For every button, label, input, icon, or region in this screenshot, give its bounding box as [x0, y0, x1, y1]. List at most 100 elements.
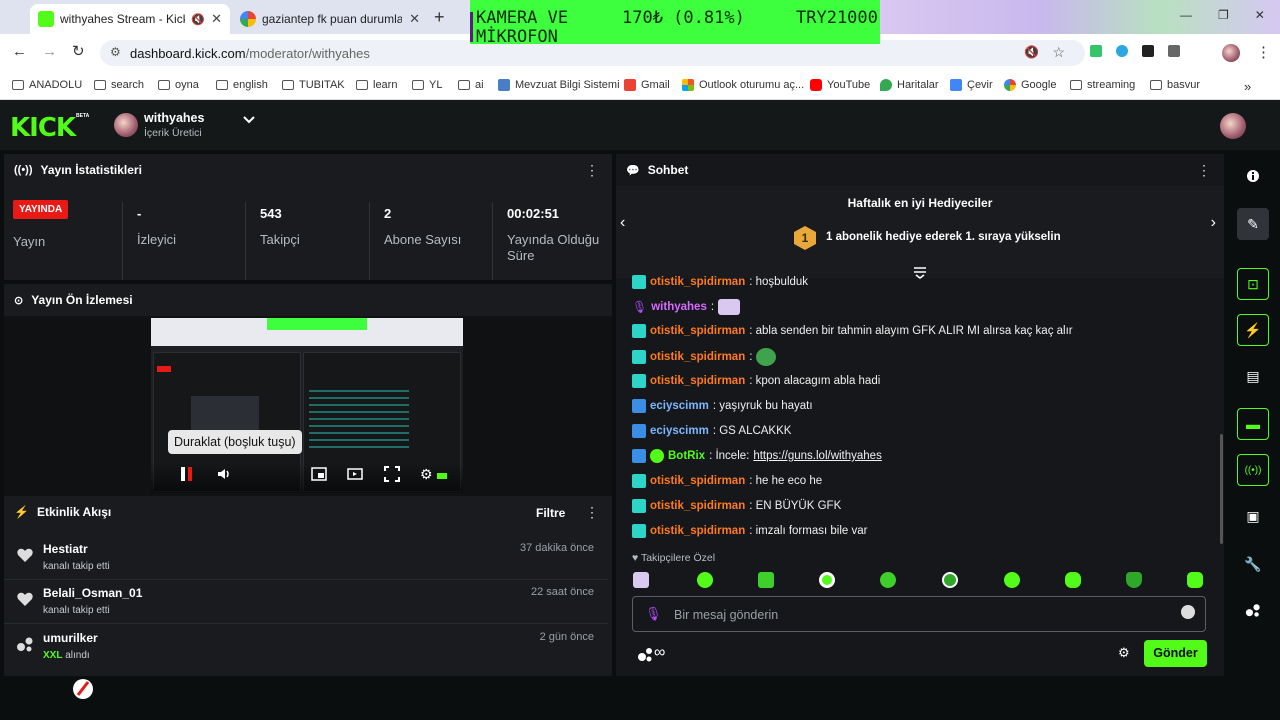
broadcast-icon[interactable]: ((•)) — [1237, 454, 1269, 486]
tab-kick-dashboard[interactable]: withyahes Stream - Kick Da 🔇 ✕ — [30, 4, 230, 34]
bookmark-star-icon[interactable]: ☆ — [1052, 44, 1065, 61]
tab-google-search[interactable]: gaziantep fk puan durumları - G ✕ — [232, 4, 428, 34]
chat-username[interactable]: otistik_spidirman — [650, 500, 745, 512]
filter-button[interactable]: Filtre — [536, 506, 565, 520]
forward-icon[interactable]: → — [42, 43, 57, 60]
close-tab-icon[interactable]: ✕ — [409, 11, 420, 27]
chat-username[interactable]: otistik_spidirman — [650, 276, 745, 288]
channel-switch-chevron-icon[interactable] — [241, 112, 257, 128]
chat-username[interactable]: eciyscimm — [650, 425, 709, 437]
bookmark-folder[interactable]: TUBITAK — [282, 79, 345, 91]
chat-link[interactable]: https://guns.lol/withyahes — [753, 450, 882, 462]
bookmark-folder[interactable]: learn — [356, 79, 397, 91]
extension-shield-icon[interactable] — [1090, 45, 1102, 57]
emote-button[interactable] — [1065, 572, 1081, 588]
more-bookmarks-button[interactable]: » — [1244, 79, 1251, 94]
kick-logo[interactable]: KICK — [10, 113, 76, 143]
bookmark-folder[interactable]: oyna — [158, 79, 199, 91]
info-icon[interactable] — [1237, 160, 1269, 192]
bookmark-folder[interactable]: YL — [412, 79, 442, 91]
bookmark-link[interactable]: Gmail — [624, 79, 670, 91]
minimize-icon[interactable]: — — [1180, 8, 1192, 22]
chat-input[interactable]: 🎙 Bir mesaj gönderin — [632, 596, 1206, 632]
chat-username[interactable]: otistik_spidirman — [650, 351, 745, 363]
chat-scrollbar[interactable] — [1220, 434, 1223, 544]
pause-button[interactable] — [180, 466, 194, 485]
bookmark-folder[interactable]: ANADOLU — [12, 79, 82, 91]
send-button[interactable]: Gönder — [1144, 640, 1207, 667]
chat-username[interactable]: eciyscimm — [650, 400, 709, 412]
new-tab-button[interactable]: + — [434, 7, 445, 28]
folder-icon — [412, 80, 424, 90]
event-user[interactable]: Hestiatr — [43, 542, 88, 556]
more-options-icon[interactable]: ⋮ — [585, 162, 599, 179]
chat-username[interactable]: otistik_spidirman — [650, 325, 745, 337]
collapse-gifters-icon[interactable] — [913, 266, 927, 279]
user-avatar[interactable] — [1220, 113, 1246, 139]
emote-button[interactable] — [758, 572, 774, 588]
chat-username[interactable]: withyahes — [651, 301, 707, 313]
site-info-icon[interactable]: ⚙ — [110, 45, 121, 59]
more-options-icon[interactable]: ⋮ — [585, 504, 599, 521]
video-icon[interactable]: ▣ — [1237, 500, 1269, 532]
slash-logo-icon[interactable] — [72, 678, 94, 700]
extensions-puzzle-icon[interactable] — [1168, 45, 1180, 57]
chat-username[interactable]: otistik_spidirman — [650, 475, 745, 487]
chat-username[interactable]: otistik_spidirman — [650, 525, 745, 537]
lightning-icon[interactable]: ⚡ — [1237, 314, 1269, 346]
volume-icon[interactable] — [216, 466, 232, 485]
subgift-icon[interactable] — [1237, 594, 1269, 626]
event-user[interactable]: Belali_Osman_01 — [43, 586, 142, 600]
chat-settings-icon[interactable]: ⚙ — [1118, 645, 1130, 661]
browser-menu-icon[interactable]: ⋮ — [1256, 43, 1271, 61]
more-options-icon[interactable]: ⋮ — [1197, 162, 1211, 179]
pip-icon[interactable] — [311, 466, 327, 485]
event-user[interactable]: umurilker — [43, 631, 98, 645]
bookmark-folder[interactable]: english — [216, 79, 268, 91]
screenshot-icon[interactable]: ⊡ — [1237, 268, 1269, 300]
bookmark-link[interactable]: Google — [1004, 79, 1056, 91]
settings-icon[interactable]: ⚙ — [420, 466, 433, 483]
chat-bubble-icon[interactable]: ▬ — [1237, 408, 1269, 440]
extension-translate-icon[interactable] — [1116, 45, 1128, 57]
chevron-left-icon[interactable]: ‹ — [620, 214, 625, 232]
edit-icon[interactable]: ✎ — [1237, 208, 1269, 240]
subgift-icon[interactable] — [637, 645, 655, 663]
bookmark-link[interactable]: Haritalar — [880, 79, 939, 91]
document-icon[interactable]: ▤ — [1237, 360, 1269, 392]
bookmark-folder[interactable]: ai — [458, 79, 484, 91]
chat-username[interactable]: BotRix — [668, 450, 705, 462]
extension-dark-icon[interactable] — [1142, 45, 1154, 57]
bookmark-link[interactable]: Çevir — [950, 79, 993, 91]
back-icon[interactable]: ← — [12, 43, 27, 60]
mute-icon[interactable]: 🔇 — [191, 13, 205, 26]
fullscreen-icon[interactable] — [384, 466, 400, 485]
tab-muted-icon[interactable]: 🔇 — [1024, 45, 1039, 59]
restore-icon[interactable]: ❐ — [1218, 8, 1229, 22]
bookmark-link[interactable]: Mevzuat Bilgi Sistemi — [498, 79, 620, 91]
reload-icon[interactable]: ↻ — [72, 42, 85, 60]
emote-button[interactable] — [633, 572, 649, 588]
emote-button[interactable] — [942, 572, 958, 588]
close-tab-icon[interactable]: ✕ — [211, 11, 222, 27]
emote-button[interactable] — [697, 572, 713, 588]
profile-avatar[interactable] — [1222, 44, 1240, 62]
wrench-icon[interactable]: 🔧 — [1237, 548, 1269, 580]
emoji-icon[interactable] — [1181, 605, 1195, 619]
chevron-right-icon[interactable]: › — [1211, 214, 1216, 232]
chat-username[interactable]: otistik_spidirman — [650, 375, 745, 387]
close-window-icon[interactable]: ✕ — [1255, 8, 1265, 22]
emote-button[interactable] — [1004, 572, 1020, 588]
bookmark-folder[interactable]: basvur — [1150, 79, 1200, 91]
stream-preview-video[interactable] — [151, 318, 463, 493]
infinity-icon[interactable]: ∞ — [654, 644, 665, 662]
bookmark-folder[interactable]: streaming — [1070, 79, 1135, 91]
emote-button[interactable] — [880, 572, 896, 588]
bookmark-link[interactable]: YouTube — [810, 79, 870, 91]
bookmark-folder[interactable]: search — [94, 79, 144, 91]
bookmark-link[interactable]: Outlook oturumu aç... — [682, 79, 804, 91]
emote-button[interactable] — [819, 572, 835, 588]
emote-button[interactable] — [1187, 572, 1203, 588]
theater-mode-icon[interactable] — [347, 466, 363, 485]
emote-button[interactable] — [1126, 572, 1142, 588]
